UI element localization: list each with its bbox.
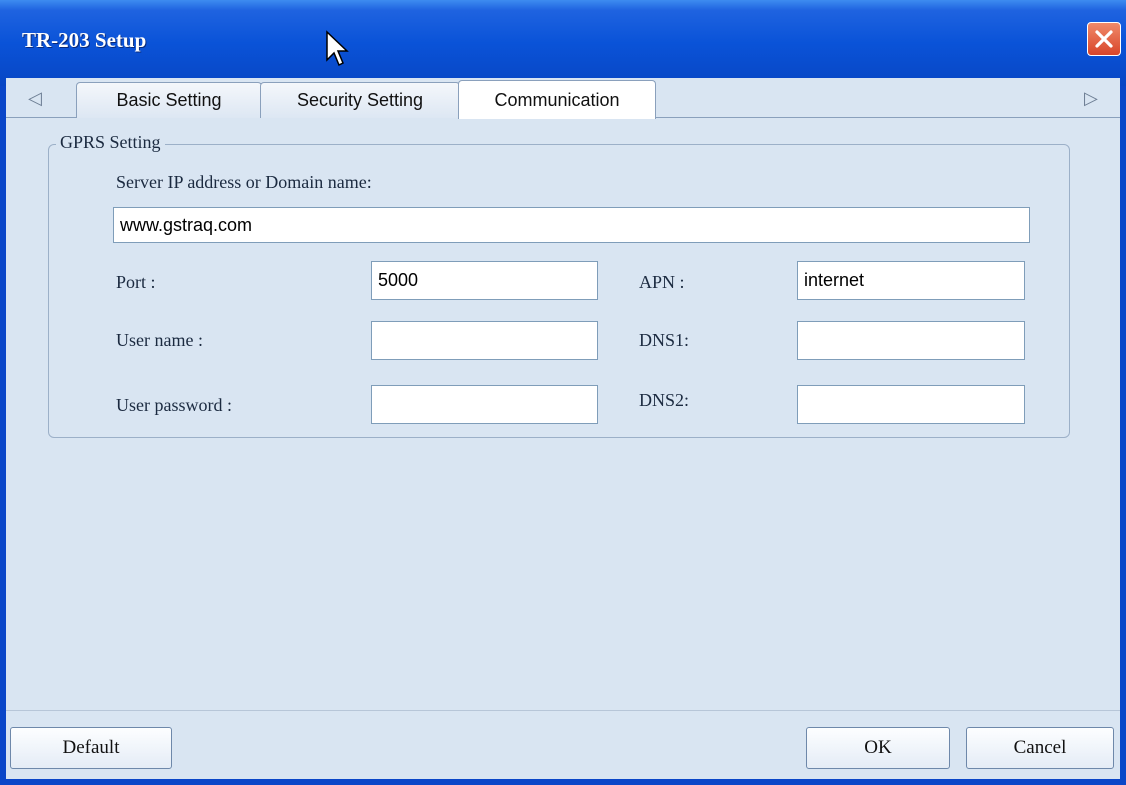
tab-strip: ◁ Basic Setting Security Setting Communi… xyxy=(6,78,1120,119)
gprs-setting-legend: GPRS Setting xyxy=(56,132,165,153)
ok-button[interactable]: OK xyxy=(806,727,950,769)
close-button[interactable] xyxy=(1087,22,1121,56)
triangle-left-icon[interactable]: ◁ xyxy=(28,88,42,109)
username-label: User name : xyxy=(116,330,203,350)
title-bar[interactable]: TR-203 Setup xyxy=(0,0,1126,86)
server-address-label: Server IP address or Domain name: xyxy=(116,172,372,192)
tab-security-setting[interactable]: Security Setting xyxy=(260,82,460,118)
password-label: User password : xyxy=(116,395,232,415)
username-input[interactable] xyxy=(371,321,598,360)
port-label: Port : xyxy=(116,272,156,292)
dns1-label: DNS1: xyxy=(639,330,690,350)
tab-basic-setting[interactable]: Basic Setting xyxy=(76,82,262,118)
button-bar: Default OK Cancel xyxy=(6,710,1120,779)
dns2-label: DNS2: xyxy=(639,390,690,410)
cancel-button[interactable]: Cancel xyxy=(966,727,1114,769)
close-icon xyxy=(1095,30,1113,48)
dns2-input[interactable] xyxy=(797,385,1025,424)
dns1-input[interactable] xyxy=(797,321,1025,360)
password-input[interactable] xyxy=(371,385,598,424)
tab-communication[interactable]: Communication xyxy=(458,80,656,119)
server-address-input[interactable] xyxy=(113,207,1030,243)
apn-label: APN : xyxy=(639,272,685,292)
setup-dialog: TR-203 Setup ◁ Basic Setting Security Se… xyxy=(0,0,1126,785)
default-button[interactable]: Default xyxy=(10,727,172,769)
dialog-client-area: ◁ Basic Setting Security Setting Communi… xyxy=(6,78,1120,779)
port-input[interactable] xyxy=(371,261,598,300)
mouse-cursor-icon xyxy=(326,30,349,67)
window-title: TR-203 Setup xyxy=(22,28,147,52)
triangle-right-icon[interactable]: ▷ xyxy=(1084,88,1098,109)
apn-input[interactable] xyxy=(797,261,1025,300)
